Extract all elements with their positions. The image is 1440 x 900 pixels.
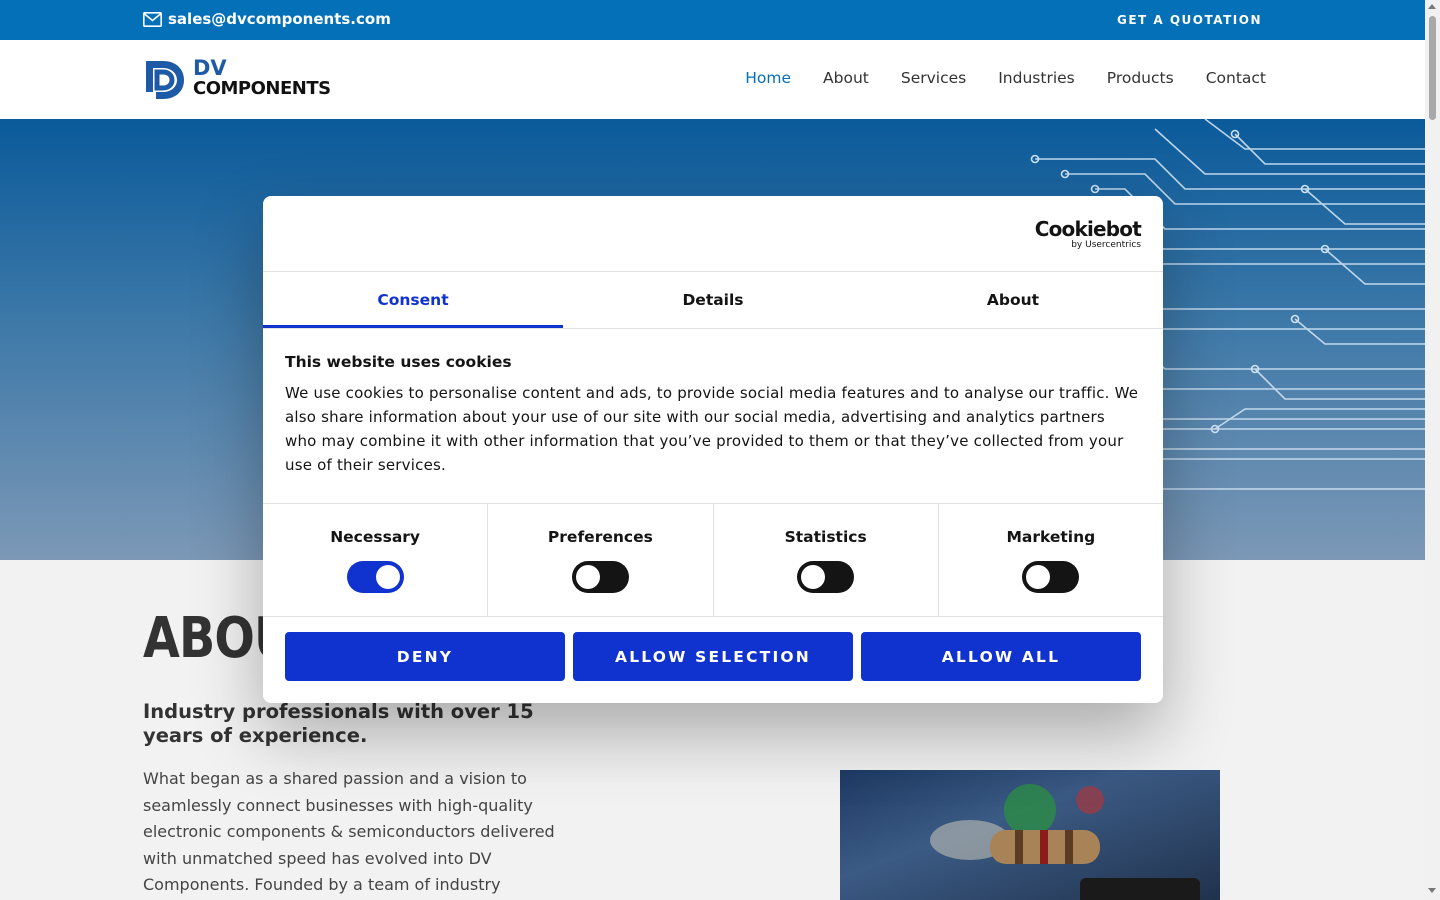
scroll-up-arrow-icon[interactable] [1428,4,1436,9]
toggle-marketing-label: Marketing [1006,528,1096,546]
toggle-preferences-group: Preferences [488,504,714,616]
tab-about[interactable]: About [863,272,1163,328]
tab-details[interactable]: Details [563,272,863,328]
electronic-components-photo [840,770,1220,900]
toggle-preferences-switch[interactable] [571,561,629,593]
nav-item-about[interactable]: About [823,69,869,87]
toggle-marketing-group: Marketing [939,504,1163,616]
consent-toggles: Necessary Preferences Statistics Marketi… [263,504,1163,617]
email-text: sales@dvcomponents.com [168,10,391,28]
switch-knob [575,565,600,589]
main-nav: Home About Services Industries Products … [745,69,1266,87]
dv-logo-icon [146,61,184,99]
nav-item-home[interactable]: Home [745,69,791,87]
switch-knob [1026,565,1051,589]
cookie-consent-dialog: Cookiebot by Usercentrics Consent Detail… [263,196,1163,703]
nav-item-contact[interactable]: Contact [1206,69,1266,87]
toggle-necessary-group: Necessary [263,504,489,616]
toggle-necessary-switch[interactable] [346,561,404,593]
nav-item-products[interactable]: Products [1107,69,1174,87]
cookie-heading: This website uses cookies [285,353,512,371]
toggle-necessary-label: Necessary [330,528,421,546]
cookiebot-brand: Cookiebot [1034,217,1142,241]
tab-consent[interactable]: Consent [263,272,563,328]
scroll-down-arrow-icon[interactable] [1428,888,1436,893]
about-paragraph: What began as a shared passion and a vis… [143,769,555,894]
nav-item-industries[interactable]: Industries [998,69,1075,87]
dialog-body: This website uses cookies We use cookies… [263,329,1163,504]
toggle-statistics-label: Statistics [784,528,867,546]
deny-button[interactable]: DENY [285,632,565,681]
switch-knob [801,565,826,589]
email-link[interactable]: sales@dvcomponents.com [143,10,391,28]
dialog-header: Cookiebot by Usercentrics [263,196,1163,272]
nav-item-services[interactable]: Services [901,69,966,87]
scroll-thumb[interactable] [1429,16,1436,120]
allow-all-button[interactable]: ALLOW ALL [861,632,1141,681]
logo-text-dv: DV [193,56,227,80]
toggle-statistics-group: Statistics [714,504,939,616]
toggle-statistics-switch[interactable] [797,561,855,593]
about-subheading: Industry professionals with over 15 year… [143,700,534,747]
site-logo[interactable]: DV COMPONENTS [143,56,333,104]
dialog-tabs: Consent Details About [263,272,1163,329]
toggle-preferences-label: Preferences [547,528,653,546]
dialog-buttons: DENY ALLOW SELECTION ALLOW ALL [263,617,1163,681]
allow-selection-button[interactable]: ALLOW SELECTION [573,632,853,681]
page-scrollbar[interactable] [1425,0,1440,900]
cookiebot-logo[interactable]: Cookiebot by Usercentrics [1034,217,1142,250]
mail-icon [143,11,162,27]
toggle-marketing-switch[interactable] [1022,561,1080,593]
cookie-description: We use cookies to personalise content an… [285,384,1139,474]
logo-text-components: COMPONENTS [193,78,331,99]
top-bar: sales@dvcomponents.com GET A QUOTATION [0,0,1425,40]
switch-knob [375,565,400,589]
get-quotation-link[interactable]: GET A QUOTATION [1117,13,1262,27]
photo-illustration [930,784,1200,900]
cookiebot-by-text: by Usercentrics [1071,240,1141,250]
site-header: DV COMPONENTS Home About Services Indust… [0,40,1425,119]
